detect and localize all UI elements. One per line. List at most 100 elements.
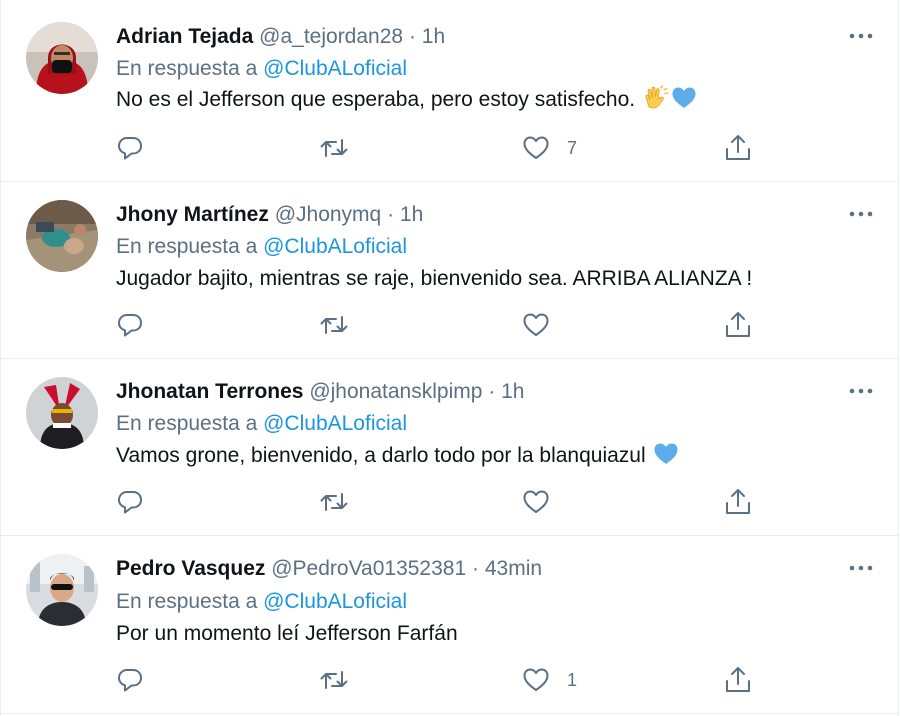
reply-icon: [118, 491, 142, 514]
share-icon: [726, 312, 750, 337]
tweet[interactable]: Jhony Martínez @Jhonymq · 1h En respuest…: [1, 182, 899, 359]
author-name[interactable]: Jhonatan Terrones: [116, 380, 303, 403]
retweet-icon: [320, 139, 348, 157]
tweet[interactable]: Pedro Vasquez @PedroVa01352381 · 43min E…: [1, 536, 899, 714]
avatar[interactable]: [26, 554, 98, 626]
retweet-button[interactable]: [317, 308, 351, 342]
separator: ·: [408, 25, 416, 48]
mention-link[interactable]: @ClubALoficial: [263, 412, 407, 435]
reply-prefix: En respuesta a: [116, 57, 258, 80]
retweet-button[interactable]: [317, 485, 351, 519]
blue-heart-emoji-icon: [654, 443, 678, 464]
tweet-header: Jhonatan Terrones @jhonatansklpimp · 1h: [116, 377, 524, 407]
author-handle[interactable]: @a_tejordan28: [259, 25, 403, 48]
mention-link[interactable]: @ClubALoficial: [263, 235, 407, 258]
tweet-text-content: Jugador bajito, mientras se raje, bienve…: [116, 267, 753, 290]
timestamp[interactable]: 1h: [501, 380, 524, 403]
tweet[interactable]: Adrian Tejada @a_tejordan28 · 1h En resp…: [1, 0, 899, 182]
reply-prefix: En respuesta a: [116, 412, 258, 435]
like-button[interactable]: [519, 131, 553, 165]
avatar[interactable]: [26, 377, 98, 449]
separator: ·: [472, 557, 479, 580]
tweet-header: Jhony Martínez @Jhonymq · 1h: [116, 200, 423, 230]
more-options-button[interactable]: [847, 381, 875, 401]
author-handle[interactable]: @Jhonymq: [275, 203, 382, 226]
like-icon: [523, 668, 549, 691]
share-button[interactable]: [721, 485, 755, 519]
mention-link[interactable]: @ClubALoficial: [263, 590, 407, 613]
mention-link[interactable]: @ClubALoficial: [263, 57, 407, 80]
tweet-text: Jugador bajito, mientras se raje, bienve…: [116, 263, 752, 295]
avatar-image: [26, 377, 98, 449]
retweet-icon: [320, 493, 348, 511]
more-horizontal-icon: [849, 33, 873, 39]
reply-context: En respuesta a @ClubALoficial: [116, 232, 407, 262]
tweet-actions: 7: [1, 131, 899, 165]
retweet-button[interactable]: [317, 131, 351, 165]
reply-prefix: En respuesta a: [116, 235, 258, 258]
tweet-text-content: Por un momento leí Jefferson Farfán: [116, 622, 458, 645]
separator: ·: [488, 380, 496, 403]
more-horizontal-icon: [849, 211, 873, 217]
like-count: 7: [567, 138, 578, 158]
retweet-icon: [320, 671, 348, 689]
tweet-text: Vamos grone, bienvenido, a darlo todo po…: [116, 440, 679, 472]
like-icon: [523, 490, 549, 513]
avatar[interactable]: [26, 22, 98, 94]
author-name[interactable]: Jhony Martínez: [116, 203, 269, 226]
tweet-text-content: No es el Jefferson que esperaba, pero es…: [116, 88, 636, 111]
reply-button[interactable]: [113, 131, 147, 165]
timestamp[interactable]: 1h: [422, 25, 445, 48]
like-button[interactable]: [519, 663, 553, 697]
separator: ·: [387, 203, 395, 226]
more-horizontal-icon: [849, 565, 873, 571]
reply-button[interactable]: [113, 308, 147, 342]
tweet-actions: 1: [1, 663, 899, 697]
more-options-button[interactable]: [847, 204, 875, 224]
share-button[interactable]: [721, 131, 755, 165]
tweet-text: No es el Jefferson que esperaba, pero es…: [116, 84, 697, 116]
reply-icon: [118, 314, 142, 337]
retweet-icon: [320, 316, 348, 334]
author-name[interactable]: Adrian Tejada: [116, 25, 253, 48]
tweet[interactable]: Jhonatan Terrones @jhonatansklpimp · 1h …: [1, 359, 899, 536]
reply-feed: Adrian Tejada @a_tejordan28 · 1h En resp…: [0, 0, 899, 716]
tweet-text: Por un momento leí Jefferson Farfán: [116, 618, 458, 650]
like-button[interactable]: [519, 308, 553, 342]
tweet-actions: [1, 308, 899, 342]
author-name[interactable]: Pedro Vasquez: [116, 557, 265, 580]
more-options-button[interactable]: [847, 558, 875, 578]
reply-context: En respuesta a @ClubALoficial: [116, 587, 407, 617]
like-icon: [523, 313, 549, 336]
tweet-actions: [1, 485, 899, 519]
reply-icon: [118, 669, 142, 692]
retweet-button[interactable]: [317, 663, 351, 697]
reply-context: En respuesta a @ClubALoficial: [116, 409, 407, 439]
blue-heart-emoji-icon: [672, 87, 696, 108]
avatar-image: [26, 200, 98, 272]
tweet-text-content: Vamos grone, bienvenido, a darlo todo po…: [116, 444, 646, 467]
avatar[interactable]: [26, 200, 98, 272]
share-icon: [726, 489, 750, 514]
reply-button[interactable]: [113, 663, 147, 697]
timestamp[interactable]: 1h: [400, 203, 423, 226]
tweet-header: Adrian Tejada @a_tejordan28 · 1h: [116, 22, 445, 52]
like-icon: [523, 136, 549, 159]
author-handle[interactable]: @PedroVa01352381: [271, 557, 466, 580]
timestamp[interactable]: 43min: [485, 557, 542, 580]
share-button[interactable]: [721, 308, 755, 342]
reply-icon: [118, 137, 142, 160]
tweet-header: Pedro Vasquez @PedroVa01352381 · 43min: [116, 554, 542, 584]
reply-button[interactable]: [113, 485, 147, 519]
more-horizontal-icon: [849, 388, 873, 394]
more-options-button[interactable]: [847, 26, 875, 46]
like-button[interactable]: [519, 485, 553, 519]
clapping-hands-emoji-icon: [645, 85, 669, 109]
author-handle[interactable]: @jhonatansklpimp: [309, 380, 482, 403]
reply-prefix: En respuesta a: [116, 590, 258, 613]
avatar-image: [26, 22, 98, 94]
like-count: 1: [567, 670, 578, 690]
share-icon: [726, 667, 750, 692]
share-button[interactable]: [721, 663, 755, 697]
reply-context: En respuesta a @ClubALoficial: [116, 54, 407, 84]
